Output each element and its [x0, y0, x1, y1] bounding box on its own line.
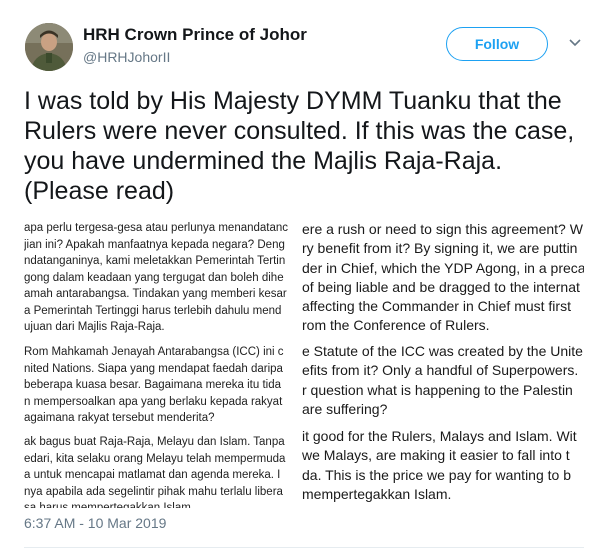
english-line: it good for the Rulers, Malays and Islam…: [302, 428, 577, 444]
malay-line: ujuan dari Majlis Raja-Raja.: [24, 321, 165, 333]
malay-line: a Pemerintah Tertinggi harus terlebih da…: [24, 304, 282, 317]
english-line: ry benefit from it? By signing it, we ar…: [302, 240, 578, 257]
follow-button[interactable]: Follow: [446, 27, 548, 61]
tweet-text: I was told by His Majesty DYMM Tuanku th…: [24, 87, 575, 205]
malay-line: nited Nations. Siapa yang mendapat faeda…: [24, 362, 283, 375]
chevron-down-icon[interactable]: [568, 38, 582, 48]
english-paragraph: e Statute of the ICC was created by the …: [302, 342, 583, 419]
malay-line: ak bagus buat Raja-Raja, Melayu dan Isla…: [24, 436, 285, 448]
malay-line: sa harus mempertegakkan Islam.: [24, 502, 195, 508]
malay-line: jian ini? Apakah manfaatnya kepada negar…: [24, 238, 285, 251]
english-text-column: ere a rush or need to sign this agreemen…: [302, 218, 584, 508]
malay-line: gong dalam keadaan yang tergugat dan bol…: [24, 271, 284, 284]
malay-paragraph: Rom Mahkamah Jenayah Antarabangsa (ICC) …: [24, 344, 284, 427]
english-line: rom the Conference of Rulers.: [302, 317, 490, 334]
malay-line: Rom Mahkamah Jenayah Antarabangsa (ICC) …: [24, 346, 284, 358]
malay-line: apa perlu tergesa-gesa atau perlunya men…: [24, 222, 289, 234]
malay-paragraph: apa perlu tergesa-gesa atau perlunya men…: [24, 220, 288, 336]
english-line: of being liable and be dragged to the in…: [302, 278, 580, 295]
malay-line: a untuk mencapai matlamat dan agenda mer…: [24, 469, 281, 481]
english-line: ere a rush or need to sign this agreemen…: [302, 221, 583, 237]
tweet-image[interactable]: apa perlu tergesa-gesa atau perlunya men…: [24, 218, 584, 508]
malay-line: edari, kita selaku orang Melayu telah me…: [24, 452, 286, 465]
malay-text-column: apa perlu tergesa-gesa atau perlunya men…: [24, 218, 307, 508]
english-line: da. This is the price we pay for wanting…: [302, 466, 571, 483]
malay-line: amah antarabangsa. Tindakan yang memberi…: [24, 288, 287, 300]
english-paragraph: ere a rush or need to sign this agreemen…: [302, 220, 584, 336]
malay-line: nya apabila ada segelintir pihak mahu te…: [24, 485, 283, 498]
timestamp[interactable]: 6:37 AM - 10 Mar 2019: [24, 515, 166, 531]
english-line: mempertegakkan Islam.: [302, 485, 452, 502]
english-line: affecting the Commander in Chief must fi…: [302, 298, 571, 315]
display-name[interactable]: HRH Crown Prince of Johor: [83, 25, 307, 45]
malay-line: agaimana rakyat tersebut menderita?: [24, 412, 215, 424]
avatar-photo: [25, 23, 73, 71]
english-paragraph: it good for the Rulers, Malays and Islam…: [302, 427, 577, 504]
malay-line: beberapa kuasa besar. Bagaimana mereka i…: [24, 379, 281, 391]
english-line: we Malays, are making it easier to fall …: [302, 447, 570, 464]
english-line: der in Chief, which the YDP Agong, in a …: [302, 259, 584, 276]
english-line: are suffering?: [302, 400, 388, 417]
malay-line: ndatanganinya, kami meletakkan Pemerinta…: [24, 255, 286, 267]
english-line: r question what is happening to the Pale…: [302, 381, 573, 398]
english-line: efits from it? Only a handful of Superpo…: [302, 362, 579, 379]
english-line: e Statute of the ICC was created by the …: [302, 343, 583, 359]
handle[interactable]: @HRHJohorII: [83, 49, 170, 65]
malay-line: n mempersoalkan apa yang berlaku kepada …: [24, 395, 283, 408]
malay-paragraph: ak bagus buat Raja-Raja, Melayu dan Isla…: [24, 434, 285, 508]
avatar[interactable]: [25, 23, 73, 71]
divider: [24, 547, 584, 548]
